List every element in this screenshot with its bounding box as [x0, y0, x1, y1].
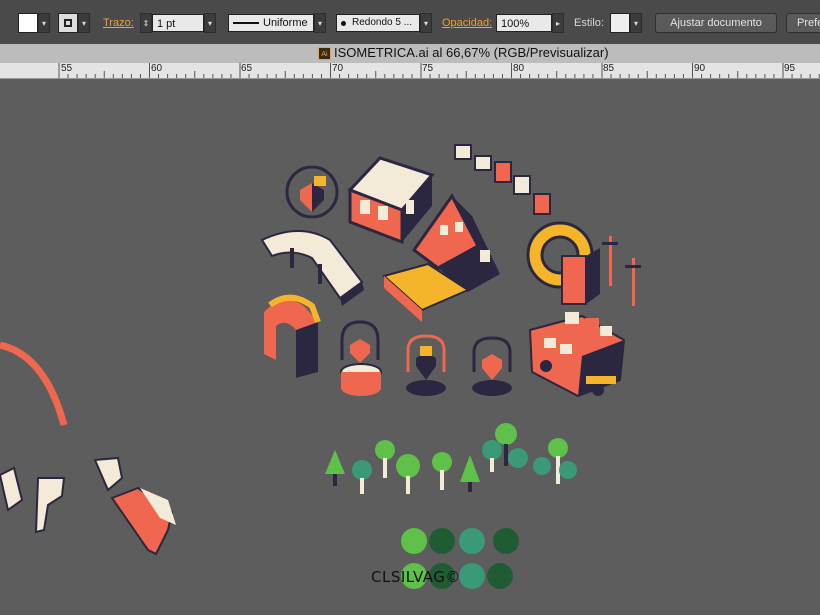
document-tab[interactable]: Ai ISOMETRICA.ai al 66,67% (RGB/Previsua… — [0, 44, 820, 64]
opacity-field[interactable]: 100% — [496, 14, 552, 32]
bell-jar-heart-1[interactable] — [340, 320, 382, 396]
fit-document-button[interactable]: Ajustar documento — [655, 13, 777, 33]
opacity-label[interactable]: Opacidad: — [442, 17, 492, 29]
stroke-weight-stepper[interactable]: ⇕ — [140, 13, 152, 33]
artboard-canvas[interactable]: CLSILVAG© — [0, 79, 820, 615]
fill-dropdown-icon[interactable]: ▾ — [38, 13, 50, 33]
greenhouse-shape[interactable] — [347, 156, 435, 245]
camper-van-shape[interactable] — [528, 312, 626, 398]
brush-dropdown-icon[interactable]: ▾ — [420, 13, 432, 33]
profile-line-icon — [233, 22, 259, 24]
preferences-button[interactable]: Prefe — [786, 13, 820, 33]
heart-circle-icon[interactable] — [285, 165, 339, 219]
ruler-tick-label: 70 — [332, 63, 344, 74]
credit-text: CLSILVAG© — [371, 568, 461, 586]
left-arc-shape[interactable] — [0, 341, 68, 426]
bell-jar-heart-3[interactable] — [472, 336, 512, 396]
stroke-swatch[interactable] — [58, 13, 78, 33]
opacity-dropdown-icon[interactable]: ▸ — [552, 13, 564, 33]
brush-select[interactable]: Redondo 5 ... — [336, 14, 420, 32]
ai-file-icon: Ai — [318, 47, 331, 60]
ruler-tick-label: 90 — [694, 63, 706, 74]
fill-swatch[interactable] — [18, 13, 38, 33]
style-swatch[interactable] — [610, 13, 630, 33]
profile-dropdown-icon[interactable]: ▾ — [314, 13, 326, 33]
profile-select[interactable]: Uniforme — [228, 14, 314, 32]
bridge-shape[interactable] — [260, 230, 364, 306]
brush-value: Redondo 5 ... — [352, 17, 413, 28]
document-title: ISOMETRICA.ai al 66,67% (RGB/Previsualiz… — [334, 45, 609, 60]
tree-row-shape[interactable] — [325, 423, 577, 494]
ruler-tick-label: 95 — [784, 63, 796, 74]
stroke-dropdown-icon[interactable]: ▾ — [78, 13, 90, 33]
water-wheel-shape[interactable] — [526, 221, 600, 305]
beehive-row-shape[interactable] — [454, 144, 551, 215]
stroke-weight-dropdown-icon[interactable]: ▾ — [204, 13, 216, 33]
profile-value: Uniforme — [263, 17, 308, 29]
bell-jar-heart-2[interactable] — [406, 334, 446, 396]
ruler-tick-label: 60 — [151, 63, 163, 74]
style-dropdown-icon[interactable]: ▾ — [630, 13, 642, 33]
control-toolbar: ▾ ▾ Trazo: ⇕ 1 pt ▾ Uniforme ▾ Redondo 5… — [0, 0, 820, 45]
ruler-tick-label: 85 — [603, 63, 615, 74]
ruler-tick-label: 65 — [241, 63, 253, 74]
brush-dot-icon — [341, 20, 346, 26]
stroke-label[interactable]: Trazo: — [103, 17, 134, 29]
style-label: Estilo: — [574, 17, 604, 29]
arch-shape[interactable] — [264, 294, 321, 378]
stroke-weight-field[interactable]: 1 pt — [152, 14, 204, 32]
isometric-artwork[interactable] — [0, 79, 820, 615]
left-stair-pieces[interactable] — [0, 456, 176, 556]
ruler-tick-label: 55 — [61, 63, 73, 74]
utility-poles-shape[interactable] — [602, 236, 641, 306]
horizontal-ruler[interactable]: 55 60 65 70 75 80 85 90 95 — [0, 63, 820, 79]
ruler-tick-label: 75 — [422, 63, 434, 74]
ruler-tick-label: 80 — [513, 63, 525, 74]
